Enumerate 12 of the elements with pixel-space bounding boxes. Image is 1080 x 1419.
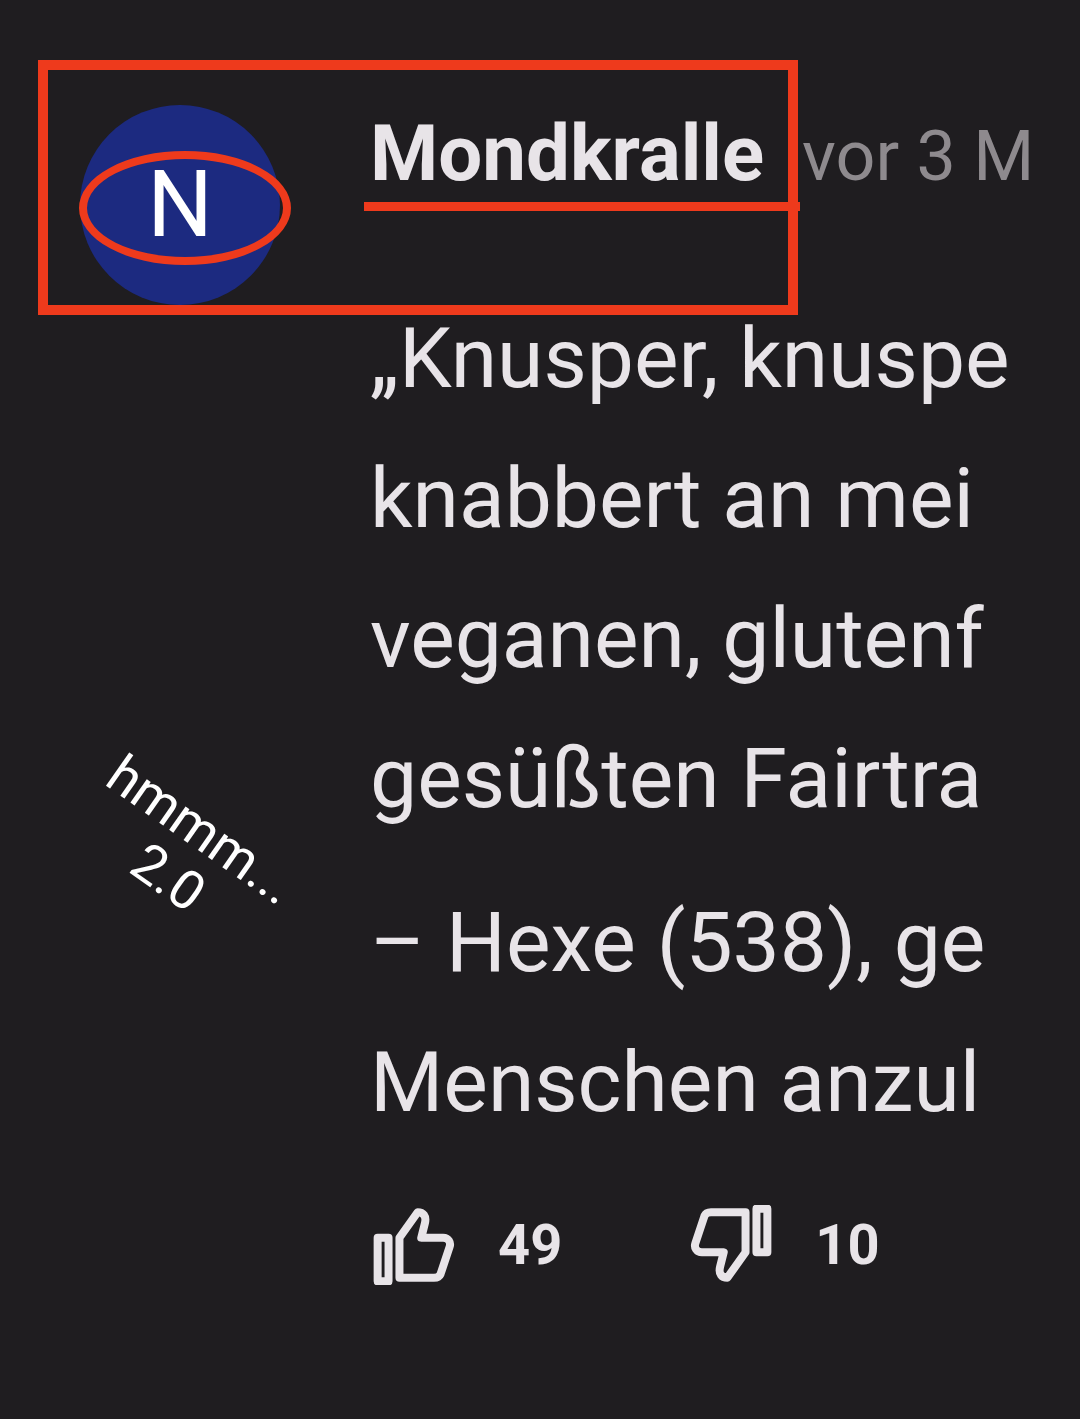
dislike-count: 10: [815, 1211, 880, 1280]
comment-text: gesüßten Fairtra: [370, 728, 984, 830]
comment-text: knabbert an mei: [370, 448, 975, 550]
comment-text: Menschen anzul: [370, 1032, 982, 1134]
comment-time: vor 3 M: [802, 121, 1035, 191]
comment-text: – Hexe (538), ge: [370, 892, 987, 994]
like-count: 49: [498, 1211, 563, 1280]
avatar-letter: N: [147, 159, 213, 251]
avatar[interactable]: N: [80, 105, 280, 305]
author-name[interactable]: Mondkralle: [370, 115, 765, 193]
comment-text: veganen, glutenf: [370, 588, 985, 690]
comment-text: „Knusper, knuspe: [370, 308, 1011, 410]
